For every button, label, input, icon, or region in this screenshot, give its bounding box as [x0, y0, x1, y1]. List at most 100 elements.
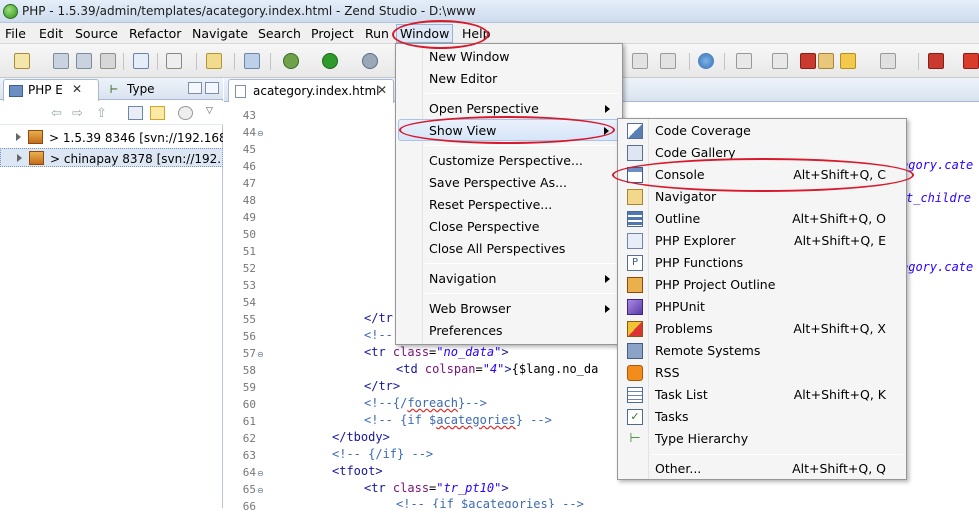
- code-line-60[interactable]: <!--{/foreach}-->: [364, 396, 487, 410]
- view-item-outline[interactable]: Outline Alt+Shift+Q, O: [620, 208, 906, 230]
- view-item-php-explorer[interactable]: PHP Explorer Alt+Shift+Q, E: [620, 230, 906, 252]
- code-line-55[interactable]: </tr: [364, 311, 393, 325]
- collapse-all-icon[interactable]: [128, 106, 143, 120]
- save-icon[interactable]: [53, 53, 69, 69]
- menu-edit[interactable]: Edit: [39, 26, 63, 41]
- filters-icon[interactable]: [178, 106, 193, 120]
- code-line-65[interactable]: <tr class="tr_pt10">: [364, 481, 509, 495]
- code-line-61[interactable]: <!-- {if $acategories} -->: [364, 413, 552, 427]
- open-type-icon[interactable]: [206, 53, 222, 69]
- code-line-66[interactable]: <!-- {if $acategories} -->: [396, 497, 584, 508]
- tab-php-explorer[interactable]: PHP E ✕: [3, 79, 99, 101]
- fold-toggle-icon[interactable]: ⊖: [257, 350, 264, 359]
- view-item-tasks[interactable]: ✓ Tasks: [620, 406, 906, 428]
- toggle-icon[interactable]: [632, 53, 648, 69]
- run-icon[interactable]: [322, 53, 338, 69]
- last-edit-icon[interactable]: [800, 53, 816, 69]
- maximize-icon[interactable]: [205, 82, 219, 94]
- back-icon[interactable]: ⇦: [51, 106, 66, 121]
- new-php-file-icon[interactable]: [133, 53, 149, 69]
- up-icon[interactable]: ⇧: [96, 106, 111, 121]
- fold-toggle-icon[interactable]: ⊖: [257, 486, 264, 495]
- view-item-phpunit[interactable]: PHPUnit: [620, 296, 906, 318]
- view-item-php-functions[interactable]: P PHP Functions: [620, 252, 906, 274]
- pin-icon[interactable]: [928, 53, 944, 69]
- next-annotation-icon[interactable]: [736, 53, 752, 69]
- save-all-icon[interactable]: [76, 53, 92, 69]
- line-number: 47: [242, 177, 256, 190]
- menu-refactor[interactable]: Refactor: [129, 26, 181, 41]
- menu-item-new-window[interactable]: New Window: [398, 46, 620, 68]
- tree-item-project-1[interactable]: > 1.5.39 8346 [svn://192.168.2: [0, 128, 223, 147]
- rss-icon: [627, 365, 643, 381]
- tab-type-hierarchy[interactable]: ⊢ Type: [105, 79, 175, 100]
- tab-acategory-index[interactable]: acategory.index.html ✕: [228, 79, 394, 103]
- properties-icon[interactable]: [166, 53, 182, 69]
- menu-item-preferences[interactable]: Preferences: [398, 320, 620, 342]
- type-hierarchy-icon: ⊢: [629, 431, 641, 446]
- external-tools-icon[interactable]: [362, 53, 378, 69]
- globe-icon[interactable]: [698, 53, 714, 69]
- menu-run[interactable]: Run: [365, 26, 389, 41]
- code-line-64[interactable]: <tfoot>: [332, 464, 383, 478]
- view-item-type-hierarchy[interactable]: ⊢ Type Hierarchy: [620, 428, 906, 450]
- view-item-other[interactable]: Other... Alt+Shift+Q, Q: [620, 458, 906, 480]
- code-line-56[interactable]: <!--: [364, 328, 393, 342]
- tree-item-project-2[interactable]: > chinapay 8378 [svn://192.16: [0, 148, 223, 167]
- minimize-icon[interactable]: [188, 82, 202, 94]
- menu-project[interactable]: Project: [311, 26, 354, 41]
- close-icon[interactable]: ✕: [377, 83, 387, 97]
- toggle-block-icon[interactable]: [660, 53, 676, 69]
- menu-navigate[interactable]: Navigate: [192, 26, 248, 41]
- link-with-editor-icon[interactable]: [150, 106, 165, 120]
- code-text: } -->: [515, 413, 552, 427]
- print-icon[interactable]: [100, 53, 116, 69]
- menu-item-web-browser[interactable]: Web Browser: [398, 298, 620, 320]
- debug-icon[interactable]: [283, 53, 299, 69]
- forward-icon[interactable]: ⇨: [72, 106, 87, 121]
- menu-file[interactable]: File: [5, 26, 26, 41]
- view-item-remote-systems[interactable]: Remote Systems: [620, 340, 906, 362]
- problems-icon: [627, 321, 643, 337]
- menu-item-navigation[interactable]: Navigation: [398, 268, 620, 290]
- code-text: <!-- {if $: [396, 497, 469, 508]
- view-item-task-list[interactable]: Task List Alt+Shift+Q, K: [620, 384, 906, 406]
- expand-arrow-icon[interactable]: [17, 154, 22, 162]
- code-line-58[interactable]: <td colspan="4">{$lang.no_da: [396, 362, 598, 376]
- annotation-ring-show-view: [399, 116, 615, 144]
- back-arrow-icon[interactable]: [840, 53, 856, 69]
- menu-item-save-perspective-as[interactable]: Save Perspective As...: [398, 172, 620, 194]
- close-icon[interactable]: ✕: [72, 82, 82, 96]
- view-item-rss[interactable]: RSS: [620, 362, 906, 384]
- view-menu-icon[interactable]: ▽: [206, 106, 221, 120]
- expand-arrow-icon[interactable]: [16, 133, 21, 141]
- menu-item-customize-perspective[interactable]: Customize Perspective...: [398, 150, 620, 172]
- code-text: } -->: [547, 497, 584, 508]
- menu-item-close-perspective[interactable]: Close Perspective: [398, 216, 620, 238]
- menu-item-reset-perspective[interactable]: Reset Perspective...: [398, 194, 620, 216]
- menu-source[interactable]: Source: [75, 26, 118, 41]
- new-icon[interactable]: [14, 53, 30, 69]
- prev-annotation-icon[interactable]: [772, 53, 788, 69]
- menu-item-new-editor[interactable]: New Editor: [398, 68, 620, 90]
- view-item-problems[interactable]: Problems Alt+Shift+Q, X: [620, 318, 906, 340]
- view-item-label: Navigator: [655, 189, 717, 204]
- submenu-arrow-icon: [605, 105, 610, 113]
- fold-toggle-icon[interactable]: ⊖: [257, 129, 264, 138]
- back-icon[interactable]: [818, 53, 834, 69]
- code-line-57[interactable]: <tr class="no_data">: [364, 345, 509, 359]
- perspective-icon[interactable]: [963, 53, 979, 69]
- code-line-63[interactable]: <!-- {/if} -->: [332, 447, 433, 461]
- window-menu-dropdown: New Window New Editor Open Perspective S…: [395, 43, 623, 345]
- code-line-59[interactable]: </tr>: [364, 379, 400, 393]
- view-item-code-coverage[interactable]: Code Coverage: [620, 120, 906, 142]
- forward-arrow-icon[interactable]: [880, 53, 896, 69]
- code-line-62[interactable]: </tbody>: [332, 430, 390, 444]
- view-item-php-project-outline[interactable]: PHP Project Outline: [620, 274, 906, 296]
- menu-item-close-all-perspectives[interactable]: Close All Perspectives: [398, 238, 620, 260]
- line-number: 48: [242, 194, 256, 207]
- web-icon[interactable]: [244, 53, 260, 69]
- fold-toggle-icon[interactable]: ⊖: [257, 469, 264, 478]
- menu-search[interactable]: Search: [258, 26, 301, 41]
- html-file-icon: [235, 85, 246, 98]
